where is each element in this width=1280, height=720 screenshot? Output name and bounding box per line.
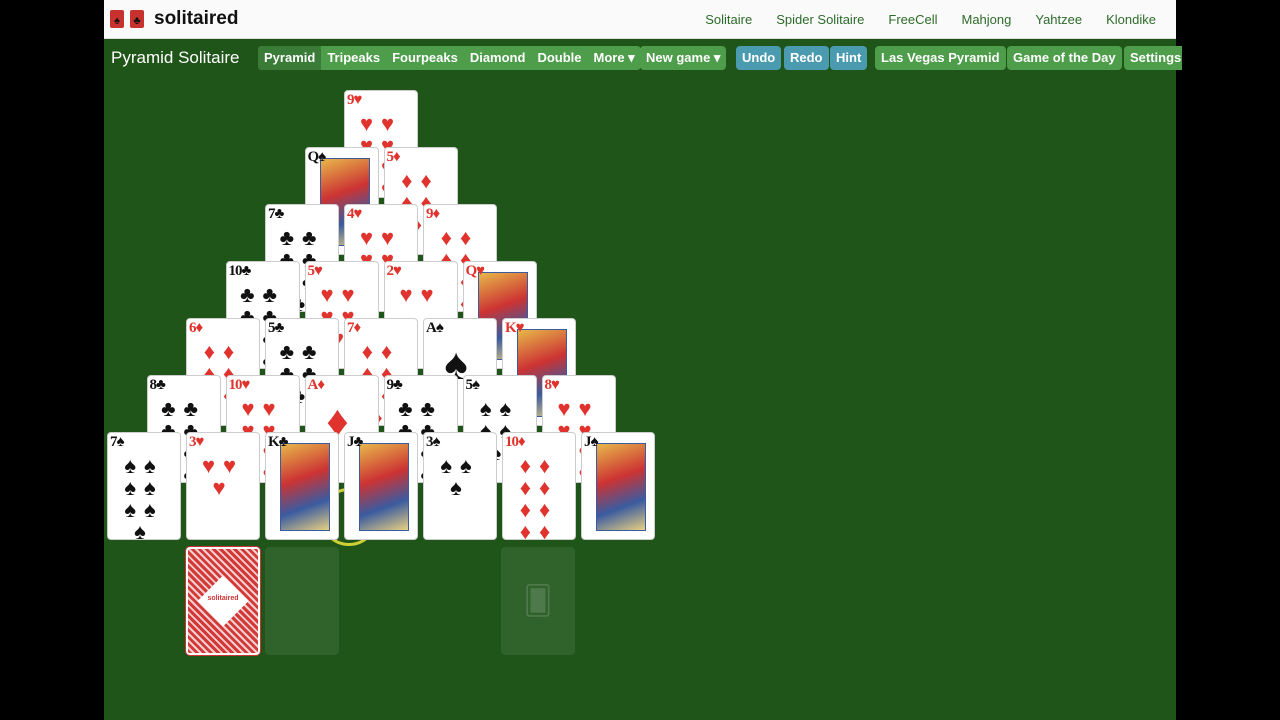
card-rank: 7♦ — [347, 320, 361, 336]
settings-button[interactable]: Settings — [1124, 46, 1182, 70]
tab-tripeaks[interactable]: Tripeaks — [321, 46, 386, 70]
card-rank: 6♦ — [189, 320, 203, 336]
undo-button[interactable]: Undo — [736, 46, 782, 70]
card-rank: 5♣ — [268, 320, 284, 336]
logo[interactable]: ♠ ♣ solitaired — [110, 8, 238, 30]
card[interactable]: ♠♠ ♠ 3♠ — [423, 432, 497, 540]
foundation-cards-icon: 🂠 — [523, 585, 553, 616]
card-rank: 5♥ — [307, 263, 323, 279]
face-card-art — [280, 443, 330, 531]
card[interactable]: J♣ — [344, 432, 418, 540]
card[interactable]: ♥♥ ♥ 3♥ — [186, 432, 260, 540]
nav-solitaire[interactable]: Solitaire — [705, 12, 752, 27]
card-rank: 9♦ — [426, 206, 440, 222]
page-title: Pyramid Solitaire — [111, 48, 240, 67]
card-rank: 5♦ — [386, 149, 401, 165]
top-nav: Solitaire Spider Solitaire FreeCell Mahj… — [705, 12, 1156, 27]
card-rank: 8♥ — [544, 377, 560, 393]
nav-mahjong[interactable]: Mahjong — [962, 12, 1012, 27]
las-vegas-pyramid-button[interactable]: Las Vegas Pyramid — [875, 46, 1006, 70]
suit-pips: ♠♠ ♠♠ ♠♠ ♠ — [124, 453, 164, 540]
waste-pile[interactable] — [265, 547, 339, 655]
nav-freecell[interactable]: FreeCell — [888, 12, 937, 27]
card-rank: 9♣ — [386, 377, 403, 393]
more-dropdown[interactable]: More ▾ — [588, 46, 641, 70]
card-rank: Q♠ — [307, 149, 327, 165]
card[interactable]: J♠ — [581, 432, 655, 540]
face-card-art — [596, 443, 646, 531]
logo-text: solitaired — [154, 8, 239, 29]
stock-pile[interactable]: solitaired — [186, 547, 260, 655]
game-of-the-day-button[interactable]: Game of the Day — [1007, 46, 1122, 70]
suit-pips: ♥♥ — [399, 282, 442, 307]
card-rank: Q♥ — [465, 263, 486, 279]
card-rank: 3♥ — [189, 434, 204, 450]
nav-spider-solitaire[interactable]: Spider Solitaire — [776, 12, 864, 27]
card-rank: A♦ — [307, 377, 325, 393]
card-rank: 10♥ — [228, 377, 251, 393]
card-rank: 8♣ — [149, 377, 166, 393]
card-rank: K♥ — [505, 320, 525, 336]
card[interactable]: ♦♦♦♦♦♦♦♦♦♦ 10♦ — [502, 432, 576, 540]
card-rank: 7♠ — [110, 434, 125, 450]
game-page: ♠ ♣ solitaired Solitaire Spider Solitair… — [104, 0, 1182, 720]
card-rank: 3♠ — [426, 434, 441, 450]
site-header: ♠ ♣ solitaired Solitaire Spider Solitair… — [104, 0, 1176, 39]
suit-pips: ♦♦♦♦♦♦♦♦♦♦ — [519, 453, 559, 540]
logo-card-icon: ♠ — [110, 10, 124, 28]
suit-pips: ♠♠ ♠ — [440, 453, 480, 500]
logo-card-icon: ♣ — [130, 10, 144, 28]
redo-button[interactable]: Redo — [784, 46, 829, 70]
card-rank: 4♥ — [347, 206, 362, 222]
card-rank: 10♣ — [228, 263, 252, 279]
card-back-label: solitaired — [207, 595, 239, 602]
card-rank: A♠ — [426, 320, 444, 336]
suit-pips: ♥♥ ♥ — [201, 453, 245, 500]
foundation-pile[interactable]: 🂠 — [501, 547, 575, 655]
tab-fourpeaks[interactable]: Fourpeaks — [386, 46, 464, 70]
card-rank: 10♦ — [505, 434, 526, 450]
tab-diamond[interactable]: Diamond — [464, 46, 532, 70]
tab-pyramid[interactable]: Pyramid — [258, 46, 322, 70]
card-rank: 9♥ — [347, 92, 362, 108]
hint-button[interactable]: Hint — [830, 46, 868, 70]
card-rank: J♣ — [347, 434, 363, 450]
card-rank: 7♣ — [268, 206, 284, 222]
new-game-button[interactable]: New game ▾ — [640, 46, 727, 70]
card[interactable]: ♠♠ ♠♠ ♠♠ ♠ 7♠ — [107, 432, 181, 540]
nav-yahtzee[interactable]: Yahtzee — [1035, 12, 1082, 27]
card-rank: 5♠ — [465, 377, 481, 393]
variant-tabs: Pyramid Tripeaks Fourpeaks Diamond Doubl… — [258, 46, 641, 70]
card[interactable]: K♣ — [265, 432, 339, 540]
card-rank: J♠ — [584, 434, 599, 450]
face-card-art — [359, 443, 409, 531]
tab-double[interactable]: Double — [531, 46, 587, 70]
card-rank: 2♥ — [386, 263, 402, 279]
card-rank: K♣ — [268, 434, 288, 450]
nav-klondike[interactable]: Klondike — [1106, 12, 1156, 27]
